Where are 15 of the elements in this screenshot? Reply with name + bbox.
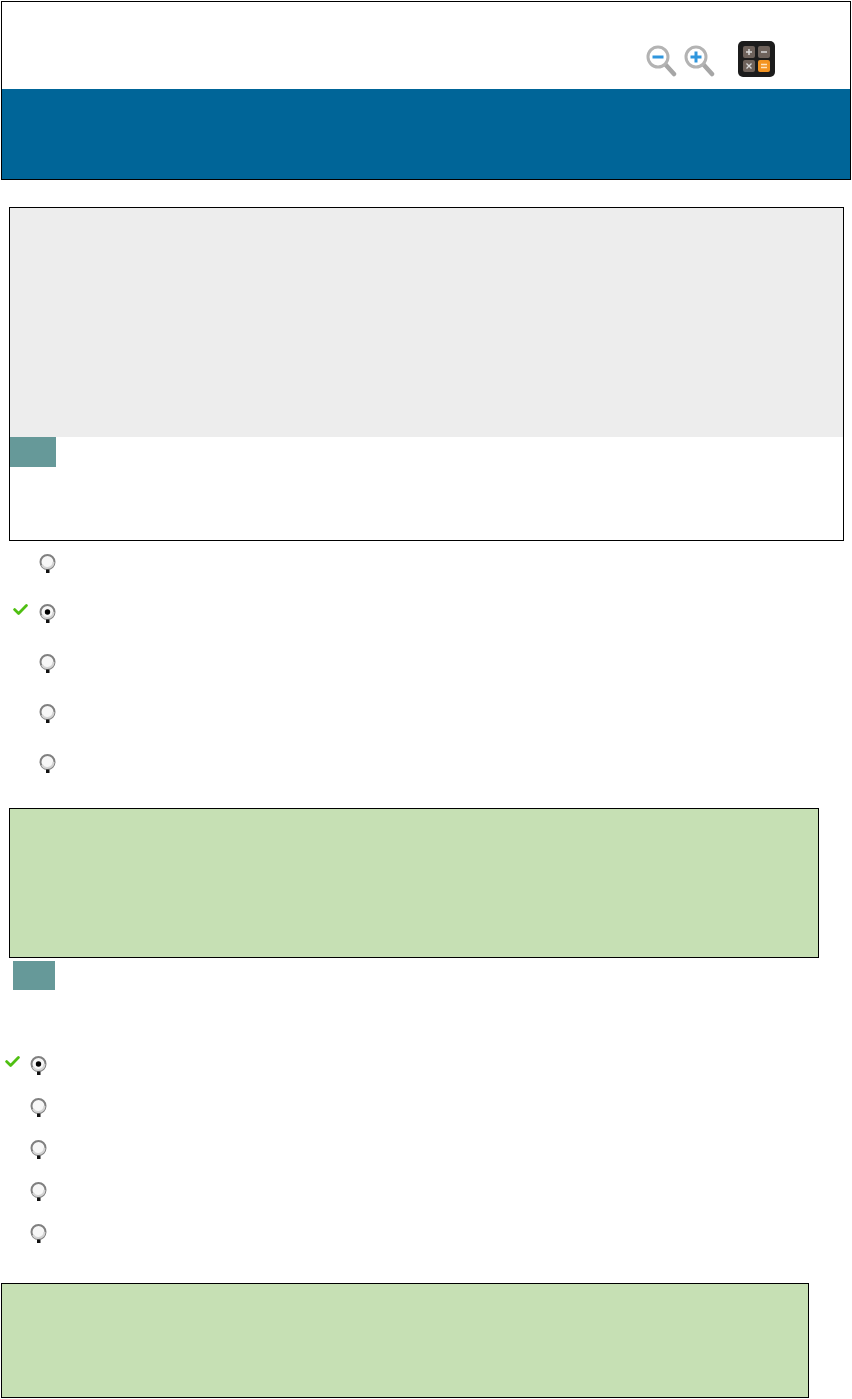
radio-button[interactable] [39, 653, 56, 673]
calculator-icon[interactable] [738, 41, 775, 77]
radio-button[interactable] [39, 603, 56, 623]
radio-button[interactable] [30, 1055, 47, 1075]
radio-button[interactable] [30, 1139, 47, 1159]
number-badge [10, 437, 56, 467]
radio-button[interactable] [30, 1181, 47, 1201]
radio-button[interactable] [39, 753, 56, 773]
radio-button[interactable] [39, 703, 56, 723]
radio-button[interactable] [30, 1097, 47, 1117]
radio-button[interactable] [30, 1223, 47, 1243]
zoom-in-icon[interactable] [684, 45, 715, 77]
number-badge [13, 961, 55, 990]
zoom-out-icon[interactable] [646, 45, 677, 77]
radio-button[interactable] [39, 553, 56, 573]
